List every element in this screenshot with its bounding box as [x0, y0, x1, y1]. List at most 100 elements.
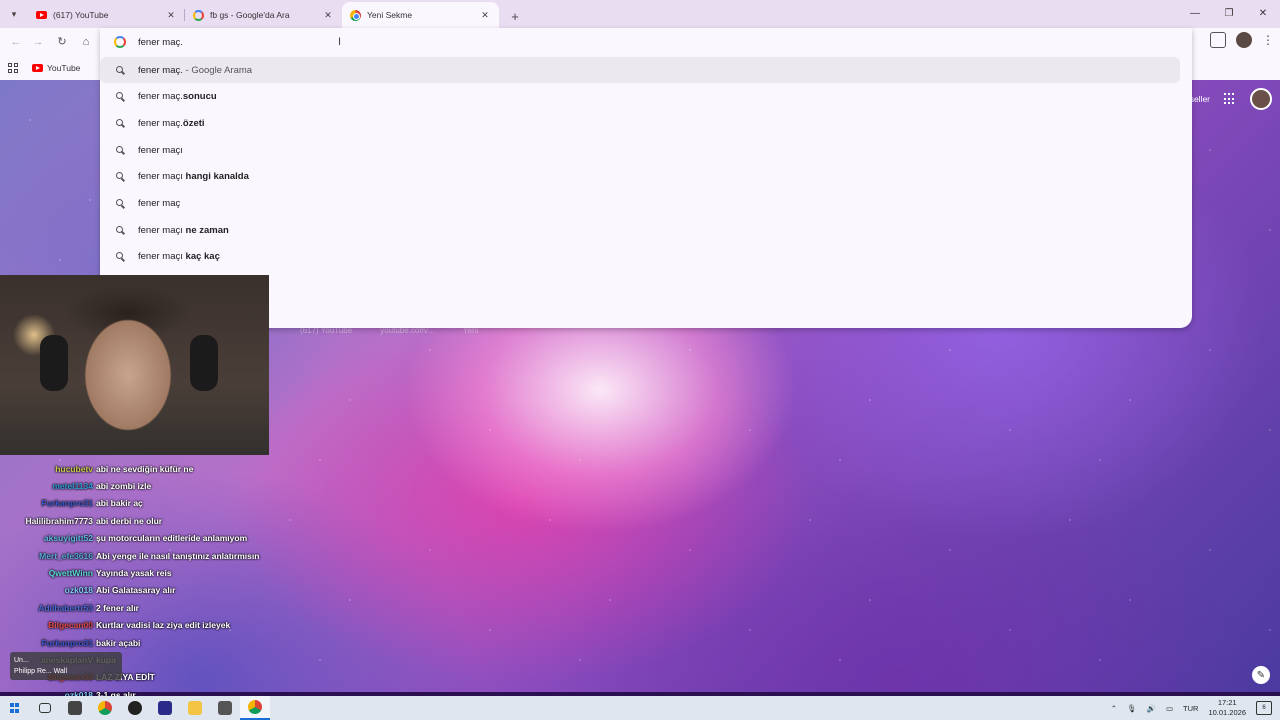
speaker-icon[interactable]: 🔊 — [1147, 704, 1156, 713]
menu-kebab-icon[interactable]: ⋮ — [1262, 33, 1274, 47]
chat-text: abi zombi izle — [96, 481, 152, 492]
chat-message: aksuyigitt52 şu motorcuların editleride a… — [0, 530, 270, 547]
profile-avatar[interactable] — [1250, 88, 1272, 110]
chat-text: Abi Galatasaray alır — [96, 585, 176, 596]
taskbar-app[interactable] — [210, 696, 240, 720]
window-controls: — ❐ ✕ — [1178, 0, 1280, 26]
suggestion-text: fener maçı — [138, 144, 183, 156]
suggestion-text: fener maçı hangi kanalda — [138, 171, 249, 183]
omnibox-suggestion[interactable]: fener maç. - Google Arama — [100, 57, 1180, 83]
chat-username: Adılhabertr53 — [38, 602, 93, 613]
bookmark-label: YouTube — [47, 63, 81, 73]
network-icon[interactable]: ▭ — [1166, 704, 1173, 713]
chat-username: QwettWinn — [48, 568, 93, 579]
tab-search-button[interactable]: ▾ — [0, 0, 28, 28]
now-playing-overlay: Un... Philipp Re... Wall — [10, 652, 122, 680]
extensions-icon[interactable] — [1210, 32, 1226, 48]
taskbar-app[interactable] — [60, 696, 90, 720]
chat-text: Kurtlar vadisi laz ziya edit izleyek — [96, 620, 231, 631]
language-indicator[interactable]: TUR — [1183, 704, 1198, 713]
search-icon — [116, 199, 125, 208]
chrome-icon — [350, 9, 361, 21]
ntp-shortcut[interactable]: Yeni — [463, 326, 478, 340]
forward-icon[interactable]: → — [30, 34, 46, 50]
close-icon[interactable]: ✕ — [322, 9, 334, 21]
taskbar-app-active[interactable] — [240, 696, 270, 720]
search-icon — [116, 172, 125, 181]
chat-message: Mert_efe3616 Abi yenge ile nasıl tanıştın… — [0, 547, 270, 564]
close-icon[interactable]: ✕ — [165, 9, 177, 21]
tab-youtube[interactable]: (617) YouTube ✕ — [28, 2, 185, 28]
chat-message: ozk018 Abi Galatasaray alır — [0, 582, 270, 599]
omnibox-suggestion[interactable]: fener maç.özeti — [100, 110, 1182, 136]
ntp-link[interactable]: seller — [1190, 94, 1210, 104]
taskbar-app[interactable] — [150, 696, 180, 720]
omnibox-suggestion[interactable]: fener maçı kaç kaç — [100, 244, 1182, 270]
taskbar-app[interactable] — [120, 696, 150, 720]
ntp-shortcut[interactable]: (617) YouTube — [300, 326, 352, 340]
profile-avatar[interactable] — [1236, 32, 1252, 48]
address-bar[interactable]: fener maç. — [100, 28, 1192, 56]
chat-message: Bilgecan00 Kurtlar vadisi laz ziya edit i… — [0, 617, 270, 634]
omnibox-suggestion[interactable]: fener maçı hangi kanalda — [100, 164, 1182, 190]
chat-overlay: hucubetv abi ne sevdiğin küfür ne metel113… — [0, 460, 270, 720]
apps-grid-icon[interactable] — [1224, 93, 1236, 105]
suggestion-text: fener maçı kaç kaç — [138, 251, 220, 263]
tab-google-search[interactable]: fb gs - Google'da Ara ✕ — [185, 2, 342, 28]
tab-title: fb gs - Google'da Ara — [210, 10, 290, 20]
search-icon — [116, 92, 125, 101]
taskbar-app[interactable] — [90, 696, 120, 720]
chat-message: Furkanpro31 bakir açabi — [0, 634, 270, 651]
close-icon[interactable]: ✕ — [479, 9, 491, 21]
youtube-icon — [32, 64, 43, 72]
headphone-left — [40, 335, 68, 391]
notification-icon[interactable]: 6 — [1256, 701, 1272, 715]
chat-message: Halilibrahim7773 abi derbi ne olur — [0, 512, 270, 529]
chevron-up-icon[interactable]: ⌃ — [1111, 704, 1117, 713]
chat-text: şu motorcuların editleride anlamıyom — [96, 533, 248, 544]
now-playing-line: Philipp Re... Wall — [14, 668, 68, 675]
bookmark-youtube[interactable]: YouTube — [32, 63, 80, 73]
task-view-icon — [39, 703, 51, 713]
taskbar: ⌃ 🎙 🔊 ▭ TUR 17:21 10.01.2026 6 — [0, 696, 1280, 720]
tab-title: (617) YouTube — [53, 10, 109, 20]
chat-text: 2 fener alır — [96, 602, 139, 613]
new-tab-button[interactable]: + — [503, 4, 527, 28]
ntp-shortcuts: (617) YouTube youtube.com/... Yeni — [300, 326, 1000, 340]
home-icon[interactable]: ⌂ — [78, 34, 94, 50]
omnibox-suggestion[interactable]: fener maç — [100, 191, 1182, 217]
apps-icon[interactable] — [8, 63, 18, 73]
microphone-icon[interactable]: 🎙 — [1127, 704, 1137, 713]
chat-username: aksuyigitt52 — [43, 533, 93, 544]
toolbar-actions: ⋮ — [1210, 32, 1274, 48]
chat-username: Mert_efe3616 — [39, 550, 93, 561]
ntp-shortcut[interactable]: youtube.com/... — [380, 326, 435, 340]
customize-chrome-button[interactable]: ✎ — [1252, 666, 1270, 684]
chat-text: Yayında yasak reis — [96, 568, 172, 579]
omnibox-suggestion[interactable]: fener maçı — [100, 137, 1182, 163]
back-icon[interactable]: ← — [8, 34, 24, 50]
system-tray: ⌃ 🎙 🔊 ▭ TUR 17:21 10.01.2026 6 — [1111, 696, 1280, 720]
task-view-button[interactable] — [30, 696, 60, 720]
tab-new-tab[interactable]: Yeni Sekme ✕ — [342, 2, 499, 28]
suggestion-text: fener maç. - Google Arama — [138, 64, 253, 76]
taskbar-app[interactable] — [180, 696, 210, 720]
omnibox-suggestion[interactable]: fener maç.sonucu — [100, 84, 1182, 110]
address-input[interactable]: fener maç. — [138, 37, 183, 48]
omnibox-suggestion[interactable]: fener maçı ne zaman — [100, 217, 1182, 243]
notification-count: 6 — [1262, 705, 1266, 711]
start-button[interactable] — [0, 696, 30, 720]
chat-username: metel1134 — [52, 481, 93, 492]
chat-message: Adılhabertr53 2 fener alır — [0, 599, 270, 616]
minimize-button[interactable]: — — [1178, 0, 1212, 26]
close-window-button[interactable]: ✕ — [1246, 0, 1280, 26]
chat-username: Halilibrahim7773 — [25, 515, 93, 526]
chat-message: metel1134 abi zombi izle — [0, 477, 270, 494]
restore-button[interactable]: ❐ — [1212, 0, 1246, 26]
chat-username: hucubetv — [55, 463, 93, 474]
clock[interactable]: 17:21 10.01.2026 — [1208, 698, 1246, 718]
chrome-icon — [248, 700, 262, 714]
reload-icon[interactable]: ↻ — [54, 34, 70, 50]
search-icon — [116, 252, 125, 261]
search-icon — [116, 118, 125, 128]
